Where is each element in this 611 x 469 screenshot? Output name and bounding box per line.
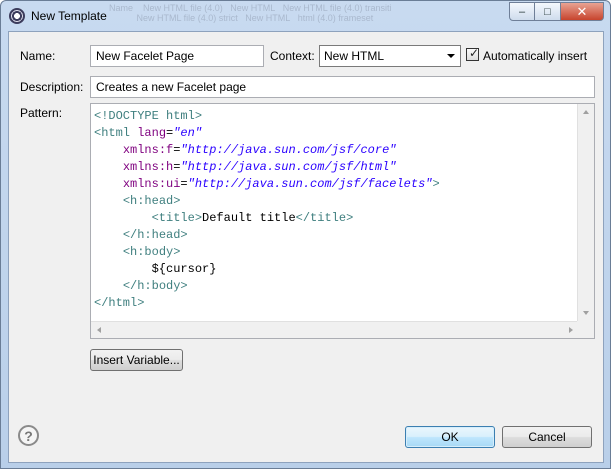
new-template-dialog: New Template Name New HTML file (4.0) Ne…: [0, 0, 611, 469]
code-token: "http://java.sun.com/jsf/core": [180, 143, 397, 157]
code-line: xmlns:f="http://java.sun.com/jsf/core": [94, 142, 440, 159]
code-token: <h:body>: [122, 245, 181, 259]
context-label: Context:: [270, 49, 315, 63]
code-token: "en": [173, 126, 203, 140]
code-token: <!DOCTYPE html>: [94, 109, 203, 123]
code-line: <html lang="en": [94, 125, 440, 142]
code-line: <!DOCTYPE html>: [94, 108, 440, 125]
code-token: xmlns:f: [122, 143, 174, 157]
maximize-button[interactable]: □: [535, 2, 561, 21]
insert-variable-button[interactable]: Insert Variable...: [90, 349, 183, 371]
scroll-right-icon[interactable]: [569, 327, 573, 333]
window-controls: ‒ □ ✕: [509, 2, 604, 21]
context-dropdown[interactable]: New HTML: [319, 45, 461, 67]
ok-button[interactable]: OK: [405, 426, 495, 448]
code-token: >: [432, 177, 440, 191]
code-token: </title>: [295, 211, 354, 225]
code-line: <h:head>: [94, 193, 440, 210]
minimize-button[interactable]: ‒: [509, 2, 535, 21]
code-token: <title>: [151, 211, 203, 225]
background-window-ghost: Name New HTML file (4.0) New HTML New HT…: [109, 3, 392, 23]
pattern-editor[interactable]: <!DOCTYPE html> <html lang="en" xmlns:f="…: [90, 103, 595, 339]
minimize-icon: ‒: [518, 5, 526, 18]
code-line: </h:head>: [94, 227, 440, 244]
horizontal-scrollbar[interactable]: [91, 321, 579, 338]
code-token: ${cursor}: [94, 262, 217, 276]
name-label: Name:: [20, 49, 56, 63]
code-line: <title>Default title</title>: [94, 210, 440, 227]
code-token: "http://java.sun.com/jsf/facelets": [187, 177, 433, 191]
auto-insert-checkbox[interactable]: ✓: [466, 46, 480, 61]
code-token: "http://java.sun.com/jsf/html": [180, 160, 397, 174]
code-token: <html: [94, 126, 138, 140]
code-token: =: [180, 177, 188, 191]
dialog-body: Name: New Facelet Page Context: New HTML…: [8, 31, 604, 463]
window-title: New Template: [31, 9, 107, 23]
cancel-button[interactable]: Cancel: [502, 426, 592, 448]
title-bar[interactable]: New Template Name New HTML file (4.0) Ne…: [1, 1, 610, 31]
code-line: <h:body>: [94, 244, 440, 261]
code-token: </h:body>: [122, 279, 188, 293]
auto-insert-label[interactable]: Automatically insert: [483, 49, 587, 63]
scroll-down-icon[interactable]: [583, 311, 589, 315]
maximize-icon: □: [544, 5, 551, 18]
code-token: </h:head>: [122, 228, 188, 242]
code-token: Default title: [202, 211, 296, 225]
code-line: </html>: [94, 295, 440, 312]
eclipse-icon: [9, 8, 25, 24]
context-selected-value: New HTML: [324, 49, 385, 63]
name-field[interactable]: New Facelet Page: [90, 45, 264, 67]
close-button[interactable]: ✕: [561, 2, 604, 21]
code-token: lang: [137, 126, 167, 140]
code-line: xmlns:ui="http://java.sun.com/jsf/facele…: [94, 176, 440, 193]
pattern-code[interactable]: <!DOCTYPE html> <html lang="en" xmlns:f="…: [94, 108, 440, 312]
code-line: xmlns:h="http://java.sun.com/jsf/html": [94, 159, 440, 176]
scroll-up-icon[interactable]: [583, 110, 589, 114]
code-token: xmlns:ui: [122, 177, 181, 191]
description-field[interactable]: Creates a new Facelet page: [90, 76, 595, 98]
pattern-label: Pattern:: [20, 106, 63, 120]
code-token: </html>: [94, 296, 145, 310]
code-token: <h:head>: [122, 194, 181, 208]
scrollbar-corner: [577, 321, 594, 338]
scroll-left-icon[interactable]: [97, 327, 101, 333]
vertical-scrollbar[interactable]: [577, 104, 594, 321]
close-icon: ✕: [576, 3, 588, 19]
code-token: xmlns:h: [122, 160, 174, 174]
code-line: ${cursor}: [94, 261, 440, 278]
help-icon[interactable]: ?: [18, 425, 39, 446]
description-label: Description:: [20, 80, 84, 94]
code-line: </h:body>: [94, 278, 440, 295]
chevron-down-icon: [447, 54, 455, 58]
checkmark-icon: ✓: [469, 46, 480, 60]
